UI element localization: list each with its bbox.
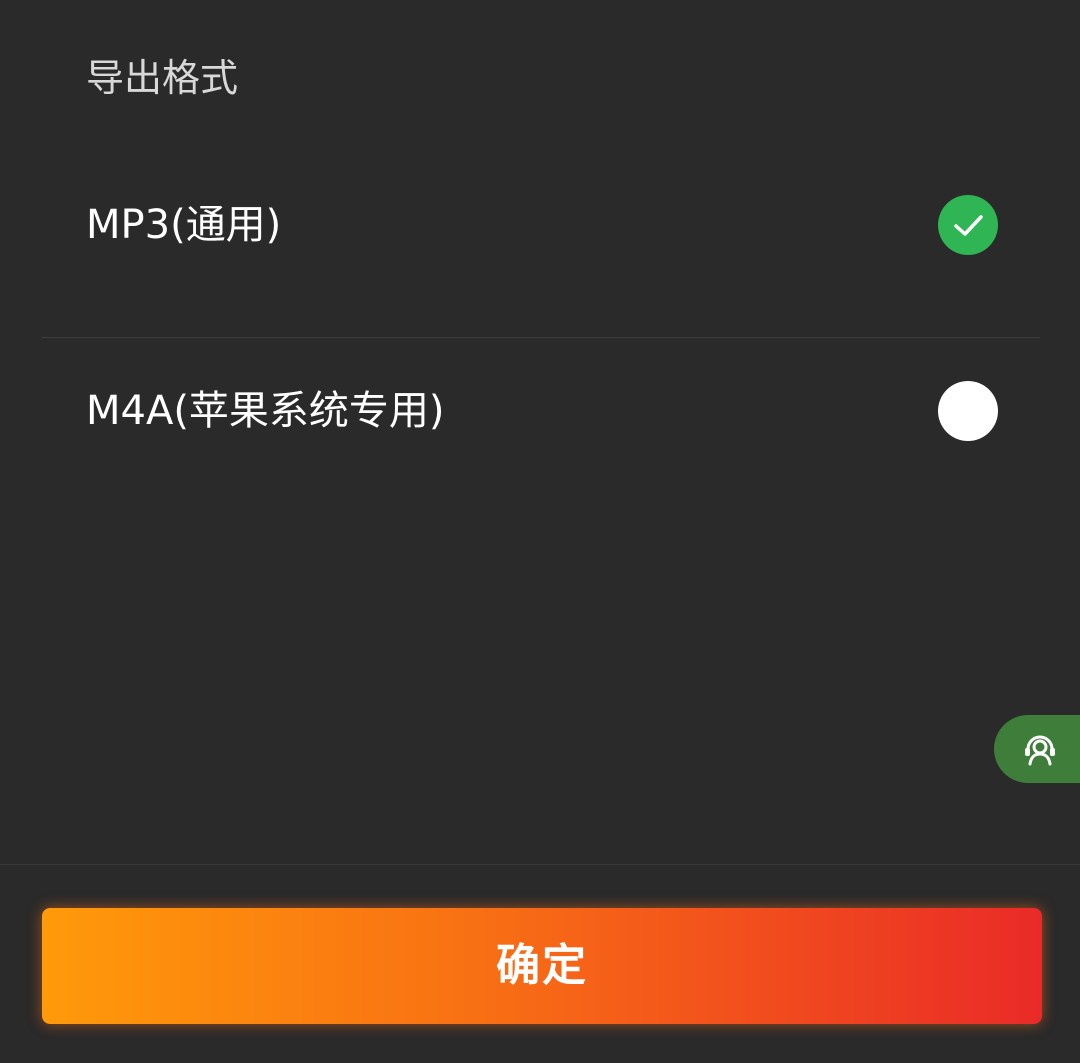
floating-support-button[interactable]: [994, 715, 1080, 783]
option-label: MP3(通用): [86, 202, 282, 248]
check-icon: [954, 215, 983, 236]
option-divider: [42, 337, 1040, 338]
footer-divider: [0, 864, 1080, 865]
option-mp3[interactable]: MP3(通用): [0, 165, 1080, 285]
option-label: M4A(苹果系统专用): [86, 388, 445, 434]
export-format-sheet: 导出格式 MP3(通用) M4A(苹果系统专用) 确定: [0, 0, 1080, 1063]
option-m4a[interactable]: M4A(苹果系统专用): [0, 351, 1080, 471]
radio-unselected-icon[interactable]: [938, 381, 998, 441]
radio-selected-check-icon[interactable]: [938, 195, 998, 255]
confirm-button[interactable]: 确定: [42, 908, 1042, 1024]
page-title: 导出格式: [86, 56, 239, 100]
headset-support-icon: [1025, 735, 1055, 766]
